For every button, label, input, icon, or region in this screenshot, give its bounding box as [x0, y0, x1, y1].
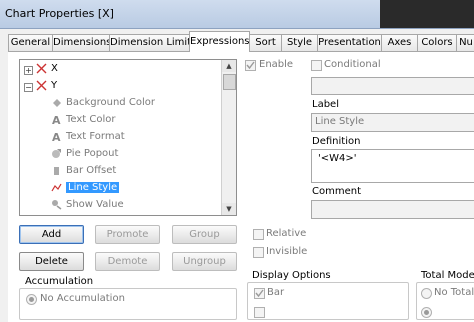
- title-bar: Chart Properties [X]: [0, 0, 474, 29]
- no-accumulation-radio[interactable]: [26, 294, 37, 305]
- tab-number[interactable]: Nu: [456, 34, 474, 51]
- tab-sort[interactable]: Sort: [249, 34, 282, 51]
- checkmark-icon: [246, 61, 255, 70]
- label-field-title: Label: [312, 99, 339, 110]
- tree-item-bar-offset[interactable]: Bar Offset: [51, 163, 116, 179]
- expression-icon: [36, 63, 47, 74]
- tab-dimension-limits[interactable]: Dimension Limits: [109, 34, 193, 51]
- bar-checkbox[interactable]: [254, 288, 265, 299]
- tree-item-pie-popout[interactable]: Pie Popout: [51, 146, 118, 162]
- svg-text:A: A: [52, 131, 61, 142]
- no-totals-label: No Totals: [434, 287, 474, 298]
- tree-item-x[interactable]: X: [36, 61, 58, 77]
- display-options-title: Display Options: [252, 270, 331, 281]
- expand-x-icon[interactable]: +: [24, 66, 33, 75]
- relative-checkbox[interactable]: [253, 229, 264, 240]
- ungroup-button[interactable]: Ungroup: [172, 252, 237, 271]
- no-accumulation-label: No Accumulation: [40, 293, 125, 304]
- comment-input[interactable]: [311, 200, 474, 219]
- tree-vertical-scrollbar[interactable]: ▲ ▼: [221, 60, 236, 215]
- expression-tree[interactable]: + X − Y Background Color A Text Color A …: [19, 59, 237, 216]
- paint-bucket-icon: [51, 97, 62, 108]
- label-input[interactable]: Line Style: [311, 113, 474, 132]
- tree-item-show-value[interactable]: Show Value: [51, 197, 124, 213]
- tab-dimensions[interactable]: Dimensions: [52, 34, 110, 51]
- conditional-input[interactable]: [311, 77, 474, 95]
- scroll-down-icon[interactable]: ▼: [222, 203, 236, 215]
- definition-input-value: '<W4>': [318, 153, 357, 164]
- scroll-thumb[interactable]: [223, 74, 236, 90]
- enable-checkbox[interactable]: [245, 60, 256, 71]
- conditional-label: Conditional: [324, 59, 381, 70]
- group-button[interactable]: Group: [172, 225, 237, 244]
- delete-button[interactable]: Delete: [19, 252, 84, 271]
- line-style-icon: [51, 182, 62, 193]
- label-input-value: Line Style: [315, 116, 365, 127]
- window-title: Chart Properties [X]: [5, 7, 114, 20]
- total-mode-title: Total Mode: [421, 270, 474, 281]
- radio-dot: [29, 297, 34, 302]
- tree-item-text-color[interactable]: A Text Color: [51, 112, 116, 128]
- invisible-checkbox[interactable]: [253, 247, 264, 258]
- invisible-label: Invisible: [266, 246, 308, 257]
- bar-label: Bar: [267, 287, 285, 298]
- tree-item-line-style[interactable]: Line Style: [51, 180, 120, 196]
- tab-general[interactable]: General: [8, 34, 53, 51]
- tree-item-background-color[interactable]: Background Color: [51, 95, 155, 111]
- add-button[interactable]: Add: [19, 225, 84, 244]
- text-a-icon: A: [51, 114, 62, 127]
- comment-field-title: Comment: [312, 186, 361, 197]
- collapse-y-icon[interactable]: −: [24, 83, 33, 92]
- tree-item-text-format[interactable]: A Text Format: [51, 129, 125, 145]
- relative-label: Relative: [266, 228, 307, 239]
- tab-expressions[interactable]: Expressions: [189, 31, 250, 52]
- conditional-checkbox[interactable]: [311, 60, 322, 71]
- accumulation-title: Accumulation: [25, 276, 94, 287]
- demote-button[interactable]: Demote: [95, 252, 160, 271]
- tab-presentation[interactable]: Presentation: [317, 34, 382, 51]
- expression-icon: [36, 80, 47, 91]
- text-format-icon: A: [51, 131, 62, 144]
- tree-item-y[interactable]: Y: [36, 78, 57, 94]
- pie-chart-icon: [51, 148, 62, 159]
- promote-button[interactable]: Promote: [95, 225, 160, 244]
- tab-style[interactable]: Style: [281, 34, 318, 51]
- checkmark-icon: [255, 289, 264, 298]
- scroll-up-icon[interactable]: ▲: [222, 60, 236, 72]
- enable-label: Enable: [259, 59, 294, 70]
- tab-colors[interactable]: Colors: [417, 34, 457, 51]
- definition-field-title: Definition: [312, 136, 361, 147]
- svg-text:A: A: [52, 114, 61, 125]
- show-value-icon: [51, 199, 62, 210]
- title-bar-dark-region: [380, 0, 474, 28]
- bar-offset-icon: [51, 165, 62, 176]
- tab-axes[interactable]: Axes: [381, 34, 418, 51]
- definition-input[interactable]: '<W4>': [311, 149, 474, 183]
- no-totals-radio[interactable]: [421, 288, 432, 299]
